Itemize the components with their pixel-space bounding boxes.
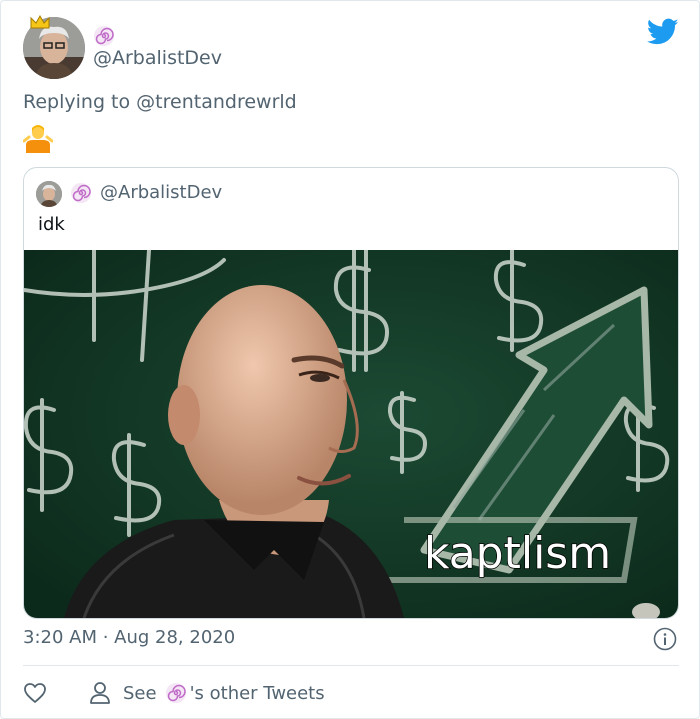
swirl-emoji-icon	[94, 26, 114, 46]
see-other-tweets-link[interactable]: See 's other Tweets	[89, 680, 325, 706]
info-icon[interactable]	[653, 627, 677, 651]
swirl-emoji-icon	[71, 183, 91, 203]
tweet-timestamp[interactable]: 3:20 AM · Aug 28, 2020	[23, 627, 235, 648]
quoted-tweet[interactable]: @ArbalistDev idk kaptlism	[23, 167, 679, 619]
tweet-card: @ArbalistDev Replying to @trentandrewrld…	[0, 0, 700, 719]
see-label: See	[123, 682, 157, 704]
reply-mention-link[interactable]: @trentandrewrld	[136, 91, 297, 113]
reply-prefix: Replying to	[23, 91, 131, 113]
footer-divider	[23, 665, 679, 666]
person-icon	[90, 682, 110, 704]
other-tweets-label: 's other Tweets	[189, 682, 325, 704]
author-handle[interactable]: @ArbalistDev	[93, 47, 222, 69]
crown-icon	[30, 14, 50, 29]
meme-caption-text: kaptlism	[424, 528, 611, 579]
reply-context: Replying to @trentandrewrld	[23, 91, 297, 113]
quoted-meme-image[interactable]: kaptlism	[24, 250, 678, 618]
quoted-tweet-text: idk	[38, 214, 65, 235]
swirl-emoji-icon	[165, 683, 186, 703]
shrug-emoji-icon	[23, 125, 53, 153]
quoted-author-handle: @ArbalistDev	[100, 182, 223, 203]
quoted-author-avatar	[36, 181, 62, 207]
twitter-bird-icon[interactable]	[647, 18, 679, 46]
heart-icon[interactable]	[23, 681, 47, 705]
quoted-avatar-image	[36, 181, 62, 207]
